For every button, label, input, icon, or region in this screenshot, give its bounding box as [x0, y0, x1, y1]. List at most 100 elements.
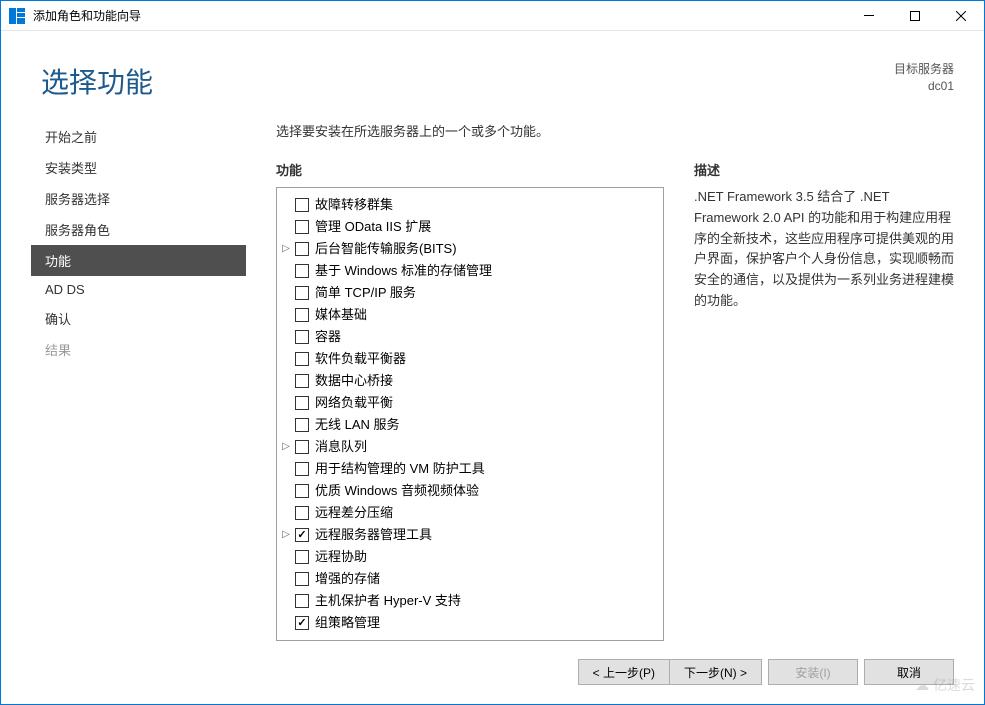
feature-label: 优质 Windows 音频视频体验: [315, 481, 479, 501]
feature-item[interactable]: ▷故障转移群集: [279, 194, 659, 216]
feature-item[interactable]: ▷增强的存储: [279, 568, 659, 590]
feature-checkbox[interactable]: [295, 572, 309, 586]
feature-checkbox[interactable]: [295, 308, 309, 322]
feature-checkbox[interactable]: [295, 484, 309, 498]
minimize-button[interactable]: [846, 1, 892, 31]
description-column: 描述 .NET Framework 3.5 结合了 .NET Framework…: [694, 160, 954, 641]
wizard-footer: < 上一步(P) 下一步(N) > 安装(I) 取消: [1, 641, 984, 705]
feature-item[interactable]: ▷简单 TCP/IP 服务: [279, 282, 659, 304]
feature-label: 故障转移群集: [315, 195, 393, 215]
page-title: 选择功能: [41, 61, 894, 101]
expand-icon[interactable]: ▷: [279, 525, 293, 545]
features-list[interactable]: ▷故障转移群集▷管理 OData IIS 扩展▷后台智能传输服务(BITS)▷基…: [276, 187, 664, 641]
sidebar-item-features[interactable]: 功能: [31, 245, 246, 276]
feature-checkbox[interactable]: [295, 462, 309, 476]
feature-checkbox[interactable]: [295, 264, 309, 278]
previous-button[interactable]: < 上一步(P): [578, 659, 669, 685]
feature-checkbox[interactable]: [295, 220, 309, 234]
feature-checkbox[interactable]: [295, 418, 309, 432]
feature-checkbox[interactable]: [295, 396, 309, 410]
body-row: 开始之前 安装类型 服务器选择 服务器角色 功能 AD DS 确认 结果 选择要…: [1, 101, 984, 641]
columns: 功能 ▷故障转移群集▷管理 OData IIS 扩展▷后台智能传输服务(BITS…: [276, 160, 954, 641]
feature-item[interactable]: ▷ 远程服务器管理工具: [279, 524, 659, 546]
target-info: 目标服务器 dc01: [894, 61, 954, 95]
window-title: 添加角色和功能向导: [33, 7, 846, 24]
watermark-text: 亿速云: [933, 675, 975, 695]
feature-checkbox[interactable]: [295, 528, 309, 542]
watermark: ☁ 亿速云: [915, 675, 975, 695]
feature-checkbox[interactable]: [295, 374, 309, 388]
feature-label: 媒体基础: [315, 305, 367, 325]
feature-item[interactable]: ▷组策略管理: [279, 612, 659, 634]
feature-label: 简单 TCP/IP 服务: [315, 283, 416, 303]
feature-item[interactable]: ▷远程协助: [279, 546, 659, 568]
feature-label: 容器: [315, 327, 341, 347]
feature-label: 增强的存储: [315, 569, 380, 589]
feature-label: 组策略管理: [315, 613, 380, 633]
features-heading: 功能: [276, 160, 664, 179]
feature-label: 用于结构管理的 VM 防护工具: [315, 459, 485, 479]
page-header: 选择功能 目标服务器 dc01: [1, 31, 984, 101]
sidebar-item-install-type[interactable]: 安装类型: [31, 152, 246, 183]
expand-icon[interactable]: ▷: [279, 437, 293, 457]
feature-checkbox[interactable]: [295, 242, 309, 256]
feature-item[interactable]: ▷数据中心桥接: [279, 370, 659, 392]
install-button: 安装(I): [768, 659, 858, 685]
feature-checkbox[interactable]: [295, 352, 309, 366]
feature-label: 数据中心桥接: [315, 371, 393, 391]
feature-label: 远程服务器管理工具: [315, 525, 432, 545]
feature-item[interactable]: ▷基于 Windows 标准的存储管理: [279, 260, 659, 282]
feature-checkbox[interactable]: [295, 550, 309, 564]
feature-label: 无线 LAN 服务: [315, 415, 400, 435]
content-area: 选择功能 目标服务器 dc01 开始之前 安装类型 服务器选择 服务器角色 功能…: [1, 31, 984, 705]
feature-item[interactable]: ▷ 消息队列: [279, 436, 659, 458]
feature-checkbox[interactable]: [295, 506, 309, 520]
feature-item[interactable]: ▷无线 LAN 服务: [279, 414, 659, 436]
nav-button-group: < 上一步(P) 下一步(N) >: [578, 659, 762, 685]
feature-checkbox[interactable]: [295, 616, 309, 630]
feature-label: 网络负载平衡: [315, 393, 393, 413]
watermark-icon: ☁: [915, 677, 929, 694]
feature-item[interactable]: ▷ 后台智能传输服务(BITS): [279, 238, 659, 260]
feature-item[interactable]: ▷优质 Windows 音频视频体验: [279, 480, 659, 502]
sidebar-item-results: 结果: [31, 334, 246, 365]
description-heading: 描述: [694, 160, 954, 179]
sidebar-item-server-selection[interactable]: 服务器选择: [31, 183, 246, 214]
feature-checkbox[interactable]: [295, 198, 309, 212]
wizard-steps-sidebar: 开始之前 安装类型 服务器选择 服务器角色 功能 AD DS 确认 结果: [31, 121, 246, 641]
app-icon: [9, 8, 25, 24]
feature-label: 远程差分压缩: [315, 503, 393, 523]
sidebar-item-adds[interactable]: AD DS: [31, 276, 246, 303]
feature-label: 远程协助: [315, 547, 367, 567]
next-button[interactable]: 下一步(N) >: [669, 659, 762, 685]
main-panel: 选择要安装在所选服务器上的一个或多个功能。 功能 ▷故障转移群集▷管理 ODat…: [246, 121, 954, 641]
close-button[interactable]: [938, 1, 984, 31]
feature-item[interactable]: ▷用于结构管理的 VM 防护工具: [279, 458, 659, 480]
feature-item[interactable]: ▷远程差分压缩: [279, 502, 659, 524]
feature-item[interactable]: ▷容器: [279, 326, 659, 348]
feature-item[interactable]: ▷网络负载平衡: [279, 392, 659, 414]
target-server-label: 目标服务器: [894, 61, 954, 78]
description-text: .NET Framework 3.5 结合了 .NET Framework 2.…: [694, 187, 954, 312]
features-column: 功能 ▷故障转移群集▷管理 OData IIS 扩展▷后台智能传输服务(BITS…: [276, 160, 664, 641]
feature-checkbox[interactable]: [295, 440, 309, 454]
feature-item[interactable]: ▷管理 OData IIS 扩展: [279, 216, 659, 238]
feature-label: 管理 OData IIS 扩展: [315, 217, 431, 237]
feature-item[interactable]: ▷媒体基础: [279, 304, 659, 326]
feature-checkbox[interactable]: [295, 286, 309, 300]
sidebar-item-before-begin[interactable]: 开始之前: [31, 121, 246, 152]
feature-item[interactable]: ▷主机保护者 Hyper-V 支持: [279, 590, 659, 612]
feature-checkbox[interactable]: [295, 594, 309, 608]
maximize-button[interactable]: [892, 1, 938, 31]
instruction-text: 选择要安装在所选服务器上的一个或多个功能。: [276, 121, 954, 140]
feature-label: 主机保护者 Hyper-V 支持: [315, 591, 461, 611]
feature-label: 消息队列: [315, 437, 367, 457]
feature-item[interactable]: ▷软件负载平衡器: [279, 348, 659, 370]
sidebar-item-server-roles[interactable]: 服务器角色: [31, 214, 246, 245]
target-server-name: dc01: [894, 78, 954, 95]
expand-icon[interactable]: ▷: [279, 239, 293, 259]
sidebar-item-confirm[interactable]: 确认: [31, 303, 246, 334]
window-controls: [846, 1, 984, 31]
feature-checkbox[interactable]: [295, 330, 309, 344]
feature-label: 后台智能传输服务(BITS): [315, 239, 457, 259]
